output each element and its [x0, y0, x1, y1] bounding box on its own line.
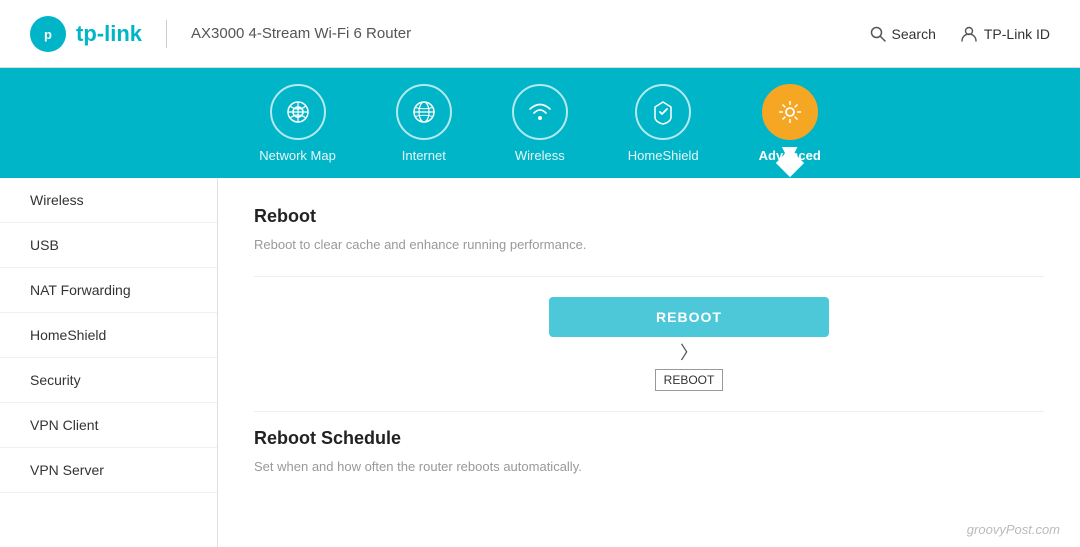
section-divider-2: [254, 411, 1044, 412]
wireless-icon: [526, 98, 554, 126]
reboot-button[interactable]: REBOOT: [549, 297, 829, 337]
section-divider-1: [254, 276, 1044, 277]
svg-text:p: p: [44, 27, 52, 42]
content-area: Reboot Reboot to clear cache and enhance…: [218, 178, 1080, 547]
sidebar-item-security[interactable]: Security: [0, 358, 217, 403]
sidebar: Wireless USB NAT Forwarding HomeShield S…: [0, 178, 218, 547]
watermark: groovyPost.com: [967, 522, 1060, 537]
sidebar-item-wireless[interactable]: Wireless: [0, 178, 217, 223]
homeshield-icon-circle: [635, 84, 691, 140]
advanced-icon-circle: [762, 84, 818, 140]
main-layout: Wireless USB NAT Forwarding HomeShield S…: [0, 178, 1080, 547]
tplink-id-button[interactable]: TP-Link ID: [960, 25, 1050, 43]
sidebar-item-usb[interactable]: USB: [0, 223, 217, 268]
sidebar-item-vpn-client[interactable]: VPN Client: [0, 403, 217, 448]
homeshield-icon: [649, 98, 677, 126]
brand-name: tp-link: [76, 21, 142, 47]
search-button[interactable]: Search: [870, 26, 936, 42]
reboot-btn-area: REBOOT 〉 REBOOT: [334, 297, 1044, 391]
homeshield-label: HomeShield: [628, 148, 699, 163]
network-map-icon-circle: [270, 84, 326, 140]
network-map-label: Network Map: [259, 148, 336, 163]
internet-icon-circle: [396, 84, 452, 140]
search-label: Search: [892, 26, 936, 42]
reboot-section-desc: Reboot to clear cache and enhance runnin…: [254, 237, 1044, 252]
wireless-label: Wireless: [515, 148, 565, 163]
cursor-pointer-icon: 〉: [680, 339, 698, 365]
nav-item-homeshield[interactable]: HomeShield: [628, 84, 699, 163]
header: p tp-link AX3000 4-Stream Wi-Fi 6 Router…: [0, 0, 1080, 68]
reboot-tooltip: REBOOT: [655, 369, 724, 391]
account-label: TP-Link ID: [984, 26, 1050, 42]
sidebar-item-vpn-server[interactable]: VPN Server: [0, 448, 217, 493]
nav-item-network-map[interactable]: Network Map: [259, 84, 336, 163]
network-map-icon: [284, 98, 312, 126]
wireless-icon-circle: [512, 84, 568, 140]
search-icon: [870, 26, 886, 42]
internet-label: Internet: [402, 148, 446, 163]
model-name: AX3000 4-Stream Wi-Fi 6 Router: [191, 25, 411, 42]
account-icon: [960, 25, 978, 43]
reboot-schedule-title: Reboot Schedule: [254, 428, 1044, 449]
nav-bar: Network Map Internet Wireless: [0, 68, 1080, 178]
nav-item-advanced[interactable]: Advanced: [759, 84, 821, 163]
header-right: Search TP-Link ID: [870, 25, 1050, 43]
nav-item-internet[interactable]: Internet: [396, 84, 452, 163]
sidebar-item-nat-forwarding[interactable]: NAT Forwarding: [0, 268, 217, 313]
nav-item-wireless[interactable]: Wireless: [512, 84, 568, 163]
advanced-icon: [776, 98, 804, 126]
reboot-schedule-desc: Set when and how often the router reboot…: [254, 459, 1044, 474]
reboot-section-title: Reboot: [254, 206, 1044, 227]
tp-link-logo-icon: p: [30, 16, 66, 52]
sidebar-item-homeshield[interactable]: HomeShield: [0, 313, 217, 358]
internet-icon: [410, 98, 438, 126]
header-divider: [166, 20, 167, 48]
logo-area: p tp-link AX3000 4-Stream Wi-Fi 6 Router: [30, 16, 411, 52]
